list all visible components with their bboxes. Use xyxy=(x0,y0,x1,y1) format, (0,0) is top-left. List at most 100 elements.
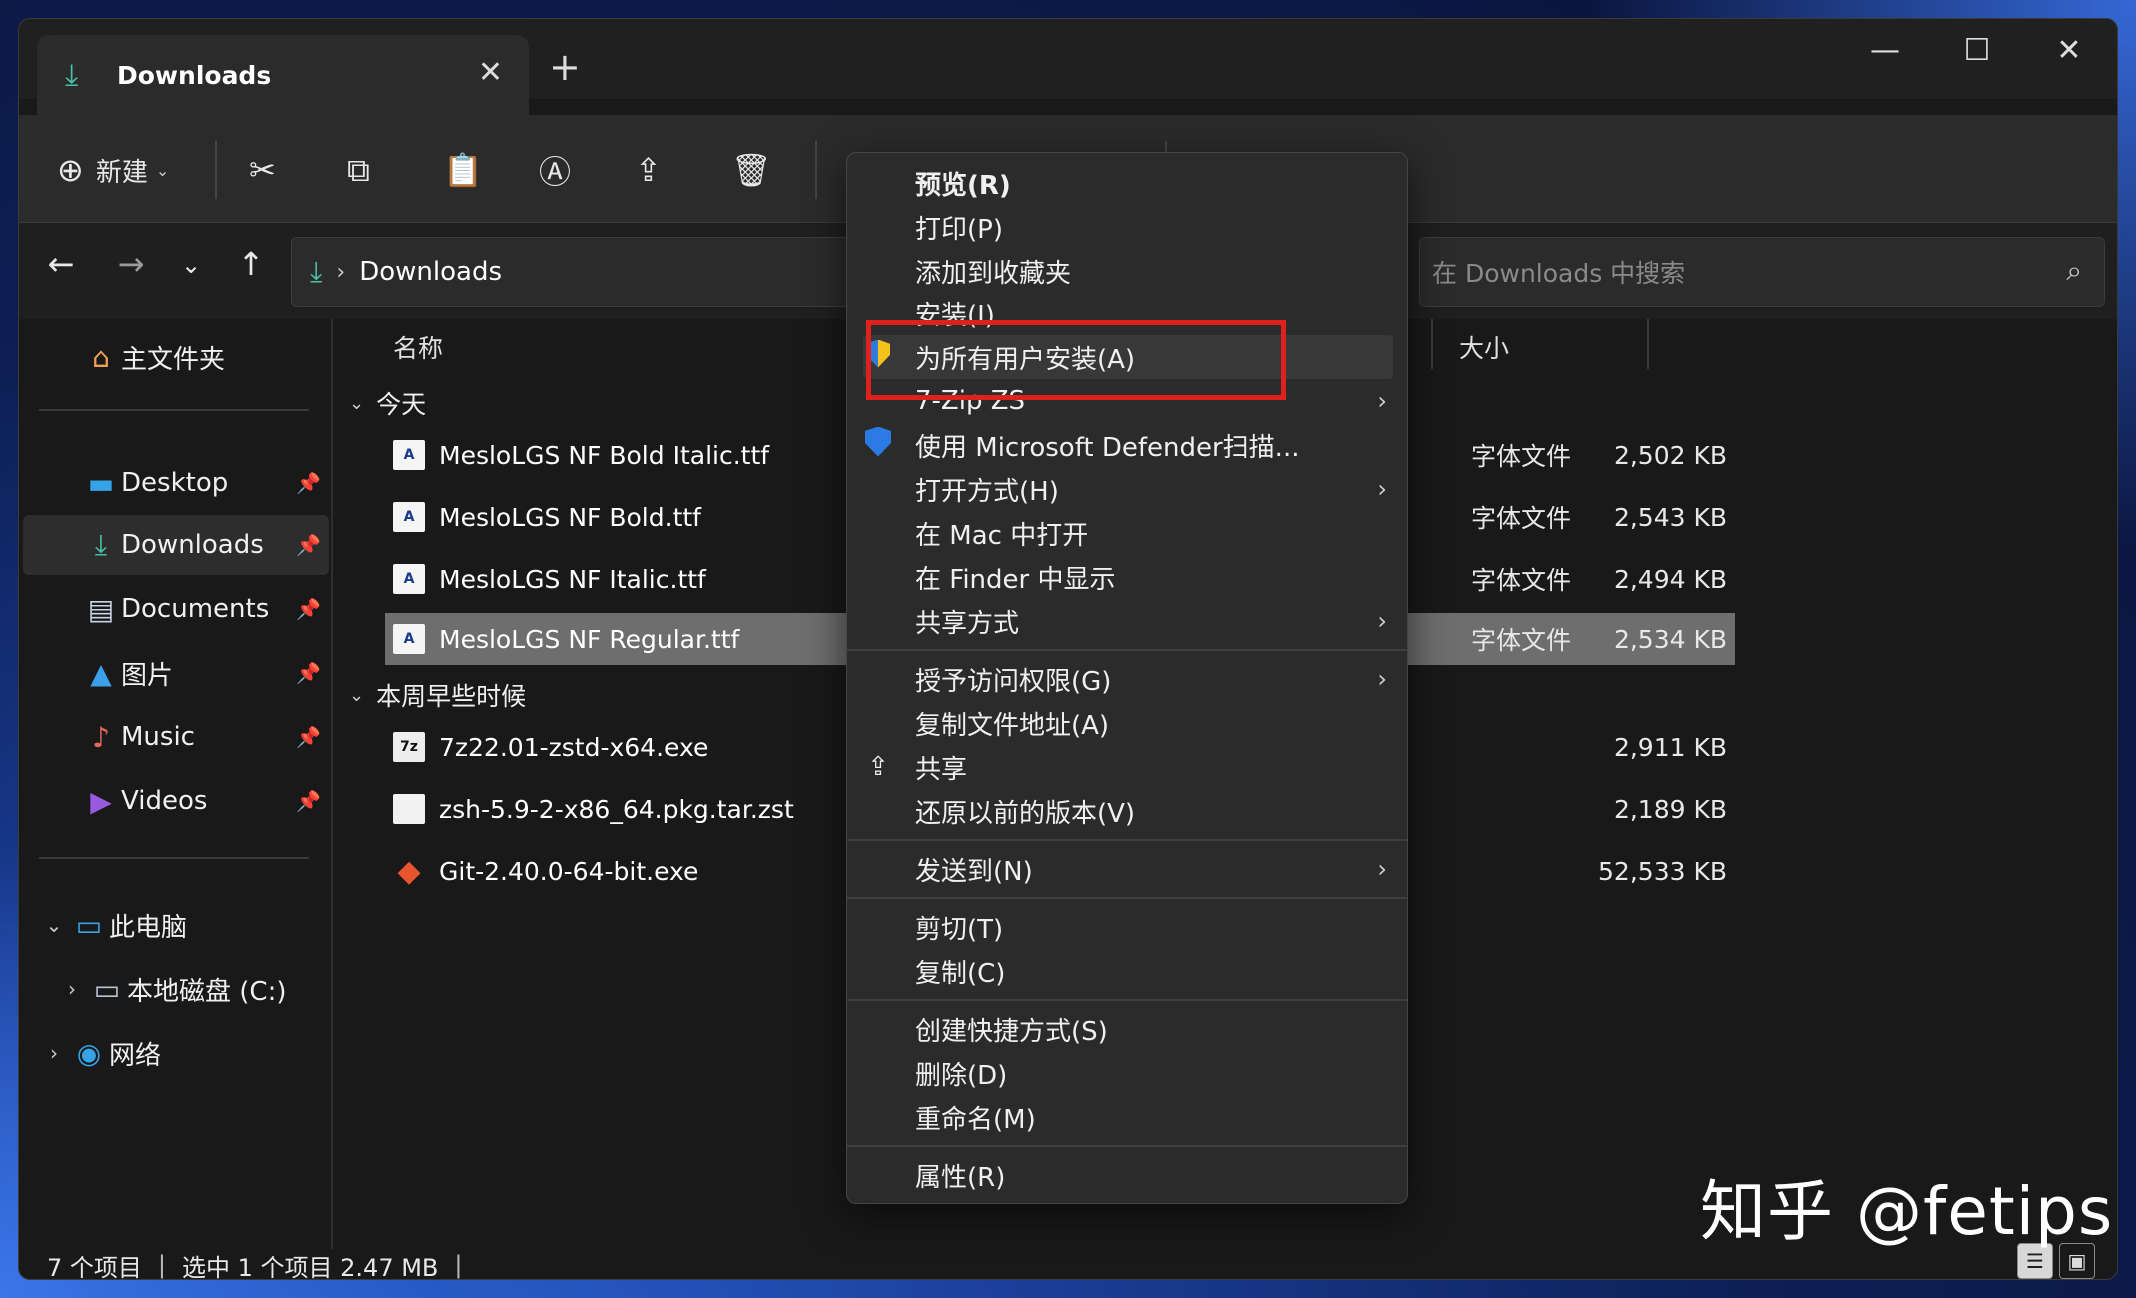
menu-item-print[interactable]: 打印(P) xyxy=(847,205,1407,249)
menu-item-label: 删除(D) xyxy=(915,1060,1008,1091)
pin-icon[interactable]: 📌 xyxy=(296,533,321,557)
share-icon: ⇪ xyxy=(635,151,662,189)
menu-item-cut[interactable]: 剪切(T) xyxy=(847,905,1407,949)
menu-item-send-to[interactable]: 发送到(N) › xyxy=(847,847,1407,891)
chevron-right-icon[interactable]: › xyxy=(57,977,87,1001)
menu-separator xyxy=(847,1145,1407,1147)
menu-item-copy[interactable]: 复制(C) xyxy=(847,949,1407,993)
column-header-size[interactable]: 大小 xyxy=(1459,329,1509,365)
defender-shield-icon xyxy=(861,426,895,464)
chevron-down-icon[interactable]: ⌄ xyxy=(39,913,69,937)
menu-item-label: 添加到收藏夹 xyxy=(915,258,1072,289)
item-count: 7 个项目 xyxy=(47,1253,142,1280)
pictures-icon: ▲ xyxy=(90,656,112,690)
column-divider[interactable] xyxy=(1431,319,1433,369)
menu-item-create-shortcut[interactable]: 创建快捷方式(S) xyxy=(847,1007,1407,1051)
menu-item-rename[interactable]: 重命名(M) xyxy=(847,1095,1407,1139)
forward-arrow-icon[interactable]: → xyxy=(107,245,155,283)
sidebar-item-local-disk[interactable]: › ▭ 本地磁盘 (C:) xyxy=(19,959,329,1019)
share-button[interactable]: ⇪ xyxy=(635,145,662,195)
chevron-right-icon[interactable]: › xyxy=(39,1041,69,1065)
pin-icon[interactable]: 📌 xyxy=(296,789,321,813)
file-name: zsh-5.9-2-x86_64.pkg.tar.zst xyxy=(439,794,794,824)
pin-icon[interactable]: 📌 xyxy=(296,471,321,495)
tab-downloads[interactable]: ⤓ Downloads ✕ xyxy=(37,35,529,115)
rename-icon: Ⓐ xyxy=(539,153,572,191)
file-size: 2,911 KB xyxy=(1613,732,1727,762)
sidebar-item-desktop[interactable]: ▬ Desktop 📌 xyxy=(19,453,329,513)
menu-item-share-with[interactable]: 共享方式 › xyxy=(847,599,1407,643)
column-divider[interactable] xyxy=(1647,319,1649,369)
copy-button[interactable]: ⧉ xyxy=(347,145,370,195)
up-arrow-icon[interactable]: ↑ xyxy=(227,245,275,283)
group-label: 本周早些时候 xyxy=(376,682,527,711)
maximize-button[interactable]: ☐ xyxy=(1947,33,2007,68)
chevron-right-icon: › xyxy=(1377,665,1387,693)
address-bar[interactable]: ⤓ › Downloads xyxy=(291,237,871,307)
paste-button[interactable]: 📋 xyxy=(443,145,483,195)
recent-locations-chevron-icon[interactable]: ⌄ xyxy=(167,251,215,279)
group-header-earlier-this-week[interactable]: ⌄ 本周早些时候 xyxy=(349,677,526,713)
menu-item-show-in-finder[interactable]: 在 Finder 中显示 xyxy=(847,555,1407,599)
pin-icon[interactable]: 📌 xyxy=(296,661,321,685)
menu-item-label: 创建快捷方式(S) xyxy=(915,1016,1108,1047)
download-icon: ⤓ xyxy=(310,255,323,288)
menu-item-add-favorites[interactable]: 添加到收藏夹 xyxy=(847,249,1407,293)
rename-button[interactable]: Ⓐ xyxy=(539,145,571,195)
generic-file-icon xyxy=(393,794,425,824)
file-size: 2,189 KB xyxy=(1613,794,1727,824)
menu-item-share[interactable]: ⇪ 共享 xyxy=(847,745,1407,789)
search-placeholder: 在 Downloads 中搜索 xyxy=(1432,259,1686,288)
network-icon: ◉ xyxy=(76,1036,102,1070)
status-divider: | xyxy=(157,1251,166,1279)
search-icon[interactable]: ⌕ xyxy=(2066,254,2082,288)
font-file-icon: A xyxy=(393,440,425,470)
delete-button[interactable]: 🗑 xyxy=(731,145,772,195)
tab-title: Downloads xyxy=(117,60,272,90)
file-name: MesloLGS NF Bold.ttf xyxy=(439,502,701,532)
sidebar-item-network[interactable]: › ◉ 网络 xyxy=(19,1023,329,1083)
menu-item-defender-scan[interactable]: 使用 Microsoft Defender扫描... xyxy=(847,423,1407,467)
menu-item-copy-path[interactable]: 复制文件地址(A) xyxy=(847,701,1407,745)
search-input[interactable]: 在 Downloads 中搜索 ⌕ xyxy=(1419,237,2105,307)
menu-item-restore-versions[interactable]: 还原以前的版本(V) xyxy=(847,789,1407,833)
minimize-button[interactable]: — xyxy=(1855,33,1915,68)
close-window-button[interactable]: ✕ xyxy=(2039,33,2099,68)
clipboard-icon: 📋 xyxy=(443,151,483,189)
sidebar-item-music[interactable]: ♪ Music 📌 xyxy=(19,707,329,767)
file-size: 2,502 KB xyxy=(1613,440,1727,470)
sidebar-divider xyxy=(39,857,309,859)
menu-item-grant-access[interactable]: 授予访问权限(G) › xyxy=(847,657,1407,701)
sidebar-item-videos[interactable]: ▶ Videos 📌 xyxy=(19,771,329,831)
document-icon: ▤ xyxy=(87,592,115,626)
font-file-icon: A xyxy=(393,564,425,594)
cut-button[interactable]: ✂ xyxy=(249,145,276,195)
sidebar-item-this-pc[interactable]: ⌄ ▭ 此电脑 xyxy=(19,895,329,955)
menu-item-open-in-mac[interactable]: 在 Mac 中打开 xyxy=(847,511,1407,555)
sidebar-item-pictures[interactable]: ▲ 图片 📌 xyxy=(19,643,329,703)
home-icon: ⌂ xyxy=(92,340,110,374)
sidebar-item-downloads[interactable]: ⤓ Downloads 📌 xyxy=(23,515,329,575)
new-button[interactable]: ⊕ 新建 ⌄ xyxy=(57,145,169,195)
menu-item-preview[interactable]: 预览(R) xyxy=(847,161,1407,205)
music-icon: ♪ xyxy=(92,720,110,754)
column-header-name[interactable]: 名称 xyxy=(393,329,443,365)
menu-item-properties[interactable]: 属性(R) xyxy=(847,1153,1407,1197)
menu-item-delete[interactable]: 删除(D) xyxy=(847,1051,1407,1095)
back-arrow-icon[interactable]: ← xyxy=(37,245,85,283)
pin-icon[interactable]: 📌 xyxy=(296,597,321,621)
menu-item-open-with[interactable]: 打开方式(H) › xyxy=(847,467,1407,511)
new-tab-button[interactable]: + xyxy=(549,45,581,89)
chevron-right-icon[interactable]: › xyxy=(336,260,345,285)
sidebar-item-documents[interactable]: ▤ Documents 📌 xyxy=(19,579,329,639)
font-file-icon: A xyxy=(393,502,425,532)
tab-close-icon[interactable]: ✕ xyxy=(478,55,503,90)
group-label: 今天 xyxy=(376,390,427,419)
file-type: 字体文件 xyxy=(1471,566,1572,595)
git-icon: ◆ xyxy=(397,853,421,889)
menu-item-label: 共享 xyxy=(915,754,968,785)
breadcrumb-downloads[interactable]: Downloads xyxy=(359,257,502,287)
pin-icon[interactable]: 📌 xyxy=(296,725,321,749)
group-header-today[interactable]: ⌄ 今天 xyxy=(349,385,426,421)
sidebar-item-label: Documents xyxy=(121,594,270,624)
